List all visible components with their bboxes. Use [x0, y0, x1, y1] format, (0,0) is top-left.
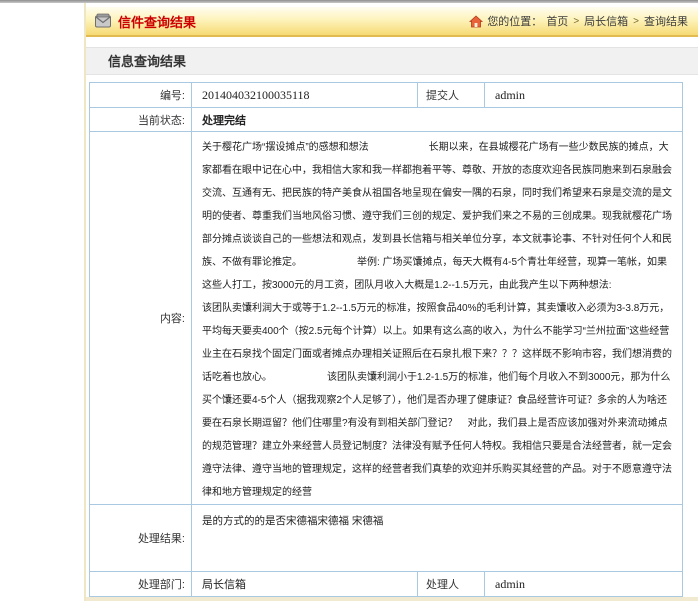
- submitter-value: admin: [485, 83, 683, 108]
- table-row-content: 内容: 关于樱花广场“摆设摊点”的感想和想法 长期以来，在县城樱花广场有一些少数…: [90, 132, 683, 505]
- content-container: 信件查询结果 您的位置： 首页 > 局长信箱 > 查询结果 信息查询结果 编号:…: [84, 3, 698, 601]
- submitter-label: 提交人: [418, 83, 485, 108]
- result-value: 是的方式的的是否宋德福宋德福 宋德福: [192, 505, 683, 572]
- table-row-department: 处理部门: 局长信箱 处理人 admin: [90, 572, 683, 597]
- header-bar: 信件查询结果 您的位置： 首页 > 局长信箱 > 查询结果: [86, 7, 698, 37]
- breadcrumb-label: 您的位置：: [487, 13, 542, 29]
- bottom-strip: [86, 597, 698, 601]
- breadcrumb-separator: >: [572, 16, 580, 27]
- table-row-status: 当前状态: 处理完结: [90, 108, 683, 132]
- department-value: 局长信箱: [192, 572, 418, 597]
- status-label: 当前状态:: [90, 108, 192, 132]
- breadcrumb-link-mailbox[interactable]: 局长信箱: [584, 13, 628, 29]
- breadcrumb: 您的位置： 首页 > 局长信箱 > 查询结果: [469, 13, 688, 29]
- department-label: 处理部门:: [90, 572, 192, 597]
- section-title: 信息查询结果: [108, 54, 186, 69]
- mail-icon: [94, 13, 112, 29]
- result-table: 编号: 201404032100035118 提交人 admin 当前状态: 处…: [89, 82, 683, 597]
- table-row-number: 编号: 201404032100035118 提交人 admin: [90, 83, 683, 108]
- handler-value: admin: [485, 572, 683, 597]
- breadcrumb-current: 查询结果: [644, 13, 688, 29]
- status-value: 处理完结: [192, 108, 683, 132]
- number-label: 编号:: [90, 83, 192, 108]
- content-label: 内容:: [90, 132, 192, 505]
- table-row-result: 处理结果: 是的方式的的是否宋德福宋德福 宋德福: [90, 505, 683, 572]
- breadcrumb-separator: >: [632, 16, 640, 27]
- home-icon: [469, 15, 483, 28]
- content-value: 关于樱花广场“摆设摊点”的感想和想法 长期以来，在县城樱花广场有一些少数民族的摊…: [192, 132, 683, 505]
- page-title: 信件查询结果: [118, 12, 196, 31]
- result-label: 处理结果:: [90, 505, 192, 572]
- handler-label: 处理人: [418, 572, 485, 597]
- breadcrumb-link-home[interactable]: 首页: [546, 13, 568, 29]
- number-value: 201404032100035118: [192, 83, 418, 108]
- section-title-bar: 信息查询结果: [86, 47, 698, 75]
